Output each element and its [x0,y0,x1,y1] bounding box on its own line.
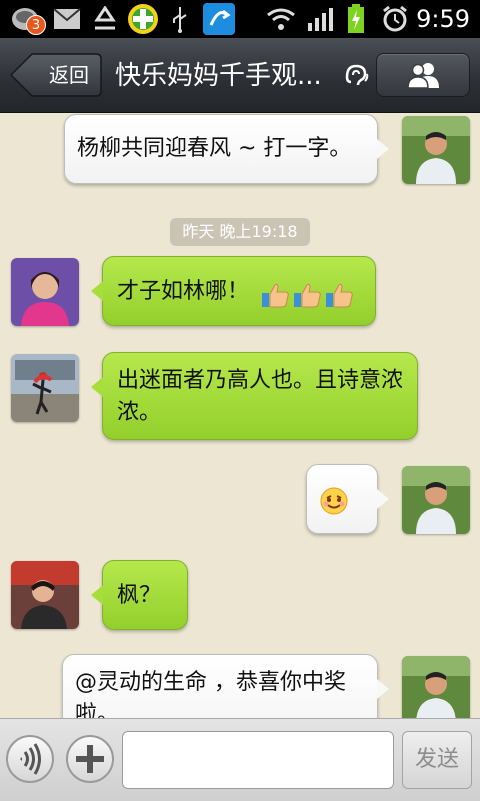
chat-area[interactable]: 杨柳共同迎春风 ~ 打一字。 昨天 晚上19:18 才子如林哪！ 出迷面者乃高人… [0,112,480,718]
usb-icon [168,4,192,34]
status-bar: 3 9:59 [0,0,480,38]
message-bubble[interactable] [306,464,389,534]
battery-charging-icon [344,4,368,34]
earpiece-icon[interactable] [343,62,369,92]
page-title: 快乐妈妈千手观... [115,61,322,91]
group-members-button[interactable] [376,53,470,97]
plus-icon [76,745,104,773]
thumbs-up-icon [325,282,353,318]
mail-icon [52,4,82,34]
clock-time: 9:59 [416,5,470,33]
message-bubble[interactable]: 出迷面者乃高人也。且诗意浓浓。 [91,352,418,440]
thumbs-up-icon [261,282,289,318]
title-bar: 返回 快乐妈妈千手观... [0,38,480,113]
wifi-icon [266,4,296,34]
recycle-icon [90,4,120,34]
woman-pink-avatar[interactable] [11,258,79,326]
message-bubble[interactable]: @灵动的生命 ，恭喜你中奖啦。 [62,654,389,718]
signal-icon [306,4,334,34]
alarm-icon [380,4,410,34]
message-composer: 发送 [0,718,480,801]
thumbs-up-icon [293,282,321,318]
voice-input-button[interactable] [6,735,54,783]
group-members-icon [407,63,439,89]
voice-icon [20,743,41,775]
message-bubble[interactable]: 杨柳共同迎春风 ~ 打一字。 [64,114,389,184]
woman-indoor-avatar[interactable] [11,561,79,629]
message-text: 出迷面者乃高人也。且诗意浓浓。 [117,368,404,425]
smiling-face-icon [320,487,348,525]
man-in-garden-avatar[interactable] [402,466,470,534]
message-text: 杨柳共同迎春风 ~ 打一字。 [77,136,352,161]
notification-count-badge: 3 [26,15,46,35]
message-input[interactable] [122,731,394,789]
tool-app-icon [202,3,236,35]
message-text: @灵动的生命 ，恭喜你中奖啦。 [75,670,346,718]
message-bubble[interactable]: 枫？ [91,560,188,630]
dancer-avatar[interactable] [11,354,79,422]
message-text: 枫？ [117,583,162,608]
man-in-garden-avatar[interactable] [402,116,470,184]
man-in-garden-avatar[interactable] [402,656,470,718]
message-bubble[interactable]: 才子如林哪！ [91,256,376,326]
plus-app-icon [126,4,160,34]
back-button[interactable]: 返回 [10,53,102,97]
message-timestamp: 昨天 晚上19:18 [170,218,310,246]
back-button-label: 返回 [49,63,89,87]
add-attachment-button[interactable] [66,735,114,783]
message-text: 才子如林哪！ [117,279,250,304]
send-button[interactable]: 发送 [402,731,472,789]
